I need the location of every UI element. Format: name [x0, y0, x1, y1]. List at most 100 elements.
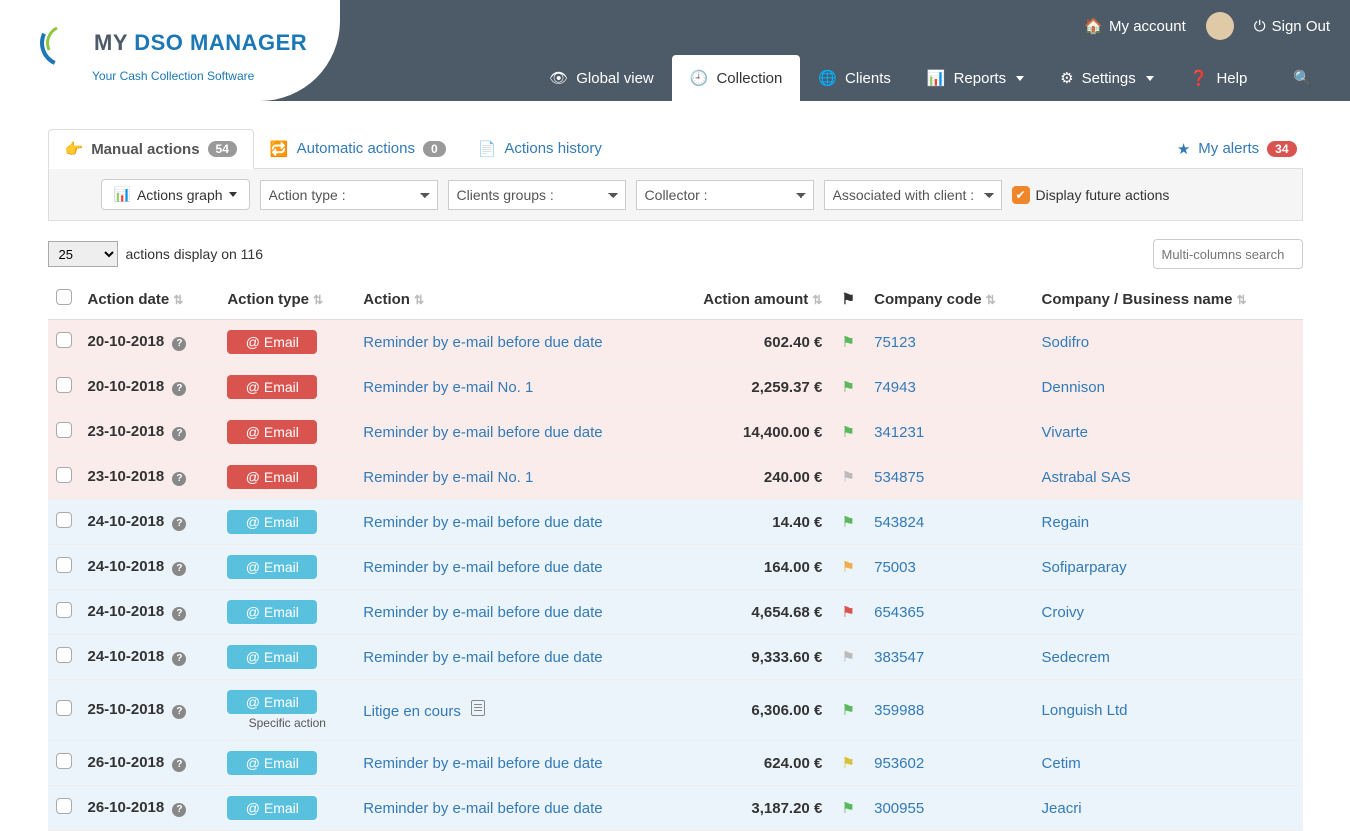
email-chip[interactable]: @ Email	[227, 690, 317, 714]
company-code-link[interactable]: 359988	[874, 702, 924, 719]
company-name-link[interactable]: Vivarte	[1042, 424, 1088, 441]
page-size-select[interactable]: 25	[48, 241, 118, 267]
company-code-link[interactable]: 543824	[874, 514, 924, 531]
info-icon[interactable]: ?	[172, 382, 186, 396]
row-checkbox[interactable]	[56, 377, 72, 393]
flag-icon[interactable]: ⚑	[841, 702, 854, 719]
company-code-link[interactable]: 341231	[874, 424, 924, 441]
flag-icon[interactable]: ⚑	[841, 514, 854, 531]
brand-logo[interactable]: MY DSO MANAGER Your Cash Collection Soft…	[0, 0, 340, 101]
row-checkbox[interactable]	[56, 467, 72, 483]
email-chip[interactable]: @ Email	[227, 375, 317, 399]
company-code-link[interactable]: 953602	[874, 755, 924, 772]
flag-icon[interactable]: ⚑	[841, 800, 854, 817]
action-link[interactable]: Litige en cours	[363, 703, 461, 720]
info-icon[interactable]: ?	[172, 562, 186, 576]
avatar[interactable]	[1206, 12, 1234, 40]
info-icon[interactable]: ?	[172, 758, 186, 772]
col-company-name[interactable]: Company / Business name⇅	[1034, 279, 1303, 320]
filter-associated-client[interactable]: Associated with client :	[824, 180, 1002, 210]
flag-icon[interactable]: ⚑	[841, 469, 854, 486]
nav-reports[interactable]: 📊Reports	[909, 55, 1042, 101]
email-chip[interactable]: @ Email	[227, 510, 317, 534]
action-link[interactable]: Reminder by e-mail No. 1	[363, 469, 533, 486]
display-future-toggle[interactable]: ✔ Display future actions	[1012, 186, 1170, 204]
row-checkbox[interactable]	[56, 422, 72, 438]
tab-automatic-actions[interactable]: 🔁 Automatic actions 0	[254, 130, 462, 168]
filter-action-type[interactable]: Action type :	[260, 180, 438, 210]
action-link[interactable]: Reminder by e-mail before due date	[363, 604, 602, 621]
col-company-code[interactable]: Company code⇅	[866, 279, 1033, 320]
tab-actions-history[interactable]: 📄 Actions history	[462, 130, 618, 168]
row-checkbox[interactable]	[56, 798, 72, 814]
my-account-link[interactable]: 🏠 My account	[1084, 17, 1185, 35]
row-checkbox[interactable]	[56, 753, 72, 769]
email-chip[interactable]: @ Email	[227, 330, 317, 354]
company-code-link[interactable]: 75123	[874, 334, 916, 351]
action-link[interactable]: Reminder by e-mail before due date	[363, 424, 602, 441]
action-link[interactable]: Reminder by e-mail before due date	[363, 334, 602, 351]
select-all-checkbox[interactable]	[56, 289, 72, 305]
company-name-link[interactable]: Jeacri	[1042, 800, 1082, 817]
flag-icon[interactable]: ⚑	[841, 649, 854, 666]
col-action-date[interactable]: Action date⇅	[80, 279, 220, 320]
company-code-link[interactable]: 74943	[874, 379, 916, 396]
actions-graph-button[interactable]: 📊 Actions graph	[101, 179, 250, 210]
nav-collection[interactable]: 🕘Collection	[672, 55, 801, 101]
info-icon[interactable]: ?	[172, 652, 186, 666]
flag-icon[interactable]: ⚑	[841, 755, 854, 772]
row-checkbox[interactable]	[56, 700, 72, 716]
action-link[interactable]: Reminder by e-mail before due date	[363, 649, 602, 666]
flag-icon[interactable]: ⚑	[841, 334, 854, 351]
info-icon[interactable]: ?	[172, 705, 186, 719]
flag-icon[interactable]: ⚑	[841, 604, 854, 621]
my-alerts-link[interactable]: ★ My alerts 34	[1171, 130, 1303, 168]
email-chip[interactable]: @ Email	[227, 420, 317, 444]
col-action[interactable]: Action⇅	[355, 279, 666, 320]
row-checkbox[interactable]	[56, 647, 72, 663]
email-chip[interactable]: @ Email	[227, 600, 317, 624]
row-checkbox[interactable]	[56, 332, 72, 348]
company-name-link[interactable]: Cetim	[1042, 755, 1081, 772]
company-code-link[interactable]: 383547	[874, 649, 924, 666]
company-name-link[interactable]: Astrabal SAS	[1042, 469, 1131, 486]
action-link[interactable]: Reminder by e-mail before due date	[363, 559, 602, 576]
col-action-amount[interactable]: Action amount⇅	[666, 279, 830, 320]
company-name-link[interactable]: Longuish Ltd	[1042, 702, 1128, 719]
company-code-link[interactable]: 654365	[874, 604, 924, 621]
action-link[interactable]: Reminder by e-mail before due date	[363, 755, 602, 772]
nav-search[interactable]: 🔍	[1275, 55, 1330, 101]
info-icon[interactable]: ?	[172, 517, 186, 531]
company-name-link[interactable]: Sofiparparay	[1042, 559, 1127, 576]
company-code-link[interactable]: 75003	[874, 559, 916, 576]
company-code-link[interactable]: 534875	[874, 469, 924, 486]
info-icon[interactable]: ?	[172, 337, 186, 351]
nav-help[interactable]: ❓Help	[1172, 55, 1266, 101]
row-checkbox[interactable]	[56, 557, 72, 573]
col-flag[interactable]: ⚑	[830, 279, 866, 320]
company-code-link[interactable]: 300955	[874, 800, 924, 817]
info-icon[interactable]: ?	[172, 427, 186, 441]
company-name-link[interactable]: Sedecrem	[1042, 649, 1110, 666]
flag-icon[interactable]: ⚑	[841, 379, 854, 396]
action-link[interactable]: Reminder by e-mail before due date	[363, 800, 602, 817]
nav-clients[interactable]: 🌐Clients	[800, 55, 909, 101]
info-icon[interactable]: ?	[172, 472, 186, 486]
company-name-link[interactable]: Dennison	[1042, 379, 1105, 396]
email-chip[interactable]: @ Email	[227, 645, 317, 669]
action-link[interactable]: Reminder by e-mail No. 1	[363, 379, 533, 396]
email-chip[interactable]: @ Email	[227, 555, 317, 579]
nav-global-view[interactable]: 👁Global view	[531, 55, 672, 101]
email-chip[interactable]: @ Email	[227, 751, 317, 775]
filter-clients-groups[interactable]: Clients groups :	[448, 180, 626, 210]
row-checkbox[interactable]	[56, 512, 72, 528]
email-chip[interactable]: @ Email	[227, 465, 317, 489]
filter-collector[interactable]: Collector :	[636, 180, 814, 210]
sign-out-link[interactable]: ⏻ Sign Out	[1254, 18, 1330, 35]
company-name-link[interactable]: Regain	[1042, 514, 1090, 531]
tab-manual-actions[interactable]: 👉 Manual actions 54	[48, 129, 254, 169]
info-icon[interactable]: ?	[172, 607, 186, 621]
action-link[interactable]: Reminder by e-mail before due date	[363, 514, 602, 531]
nav-settings[interactable]: ⚙Settings	[1042, 55, 1172, 101]
document-icon[interactable]	[471, 700, 485, 716]
